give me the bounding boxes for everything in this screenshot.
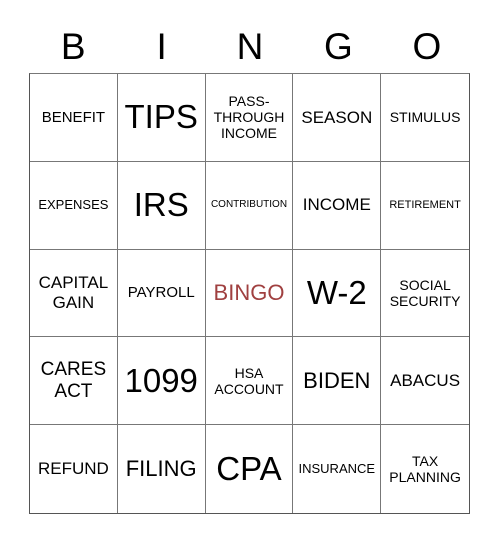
bingo-cell[interactable]: INSURANCE — [293, 425, 382, 513]
bingo-cell[interactable]: ABACUS — [381, 337, 469, 426]
header-letter-i: I — [156, 26, 167, 67]
header-letter-n: N — [236, 26, 264, 67]
free-space[interactable]: BINGO — [205, 249, 294, 338]
bingo-cell[interactable]: CAPITAL GAIN — [30, 249, 118, 338]
bingo-cell[interactable]: W-2 — [293, 249, 382, 338]
bingo-cell[interactable]: HSA ACCOUNT — [205, 337, 294, 426]
bingo-cell[interactable]: CONTRIBUTION — [205, 161, 294, 250]
bingo-card: BENEFIT TIPS PASS-THROUGH INCOME SEASON … — [29, 73, 470, 514]
bingo-cell[interactable]: INCOME — [293, 161, 382, 250]
header-letter-g: G — [324, 26, 353, 67]
bingo-cell[interactable]: STIMULUS — [381, 74, 469, 162]
bingo-cell[interactable]: BIDEN — [293, 337, 382, 426]
bingo-cell[interactable]: BENEFIT — [30, 74, 118, 162]
header-letter-o: O — [412, 26, 442, 67]
bingo-cell[interactable]: TIPS — [117, 74, 206, 162]
bingo-cell[interactable]: PASS-THROUGH INCOME — [205, 74, 294, 162]
bingo-cell[interactable]: SOCIAL SECURITY — [381, 250, 469, 338]
bingo-cell[interactable]: RETIREMENT — [381, 162, 469, 250]
bingo-cell[interactable]: PAYROLL — [117, 249, 206, 338]
bingo-cell[interactable]: CPA — [206, 425, 294, 513]
bingo-cell[interactable]: SEASON — [293, 74, 382, 162]
bingo-cell[interactable]: IRS — [117, 161, 206, 250]
bingo-header: B I N G O — [29, 22, 471, 72]
bingo-cell[interactable]: CARES ACT — [30, 337, 118, 426]
bingo-cell[interactable]: TAX PLANNING — [381, 425, 469, 513]
bingo-cell[interactable]: REFUND — [30, 425, 118, 513]
bingo-cell[interactable]: 1099 — [117, 337, 206, 426]
header-letter-b: B — [60, 26, 86, 67]
bingo-cell[interactable]: EXPENSES — [30, 161, 118, 250]
bingo-cell[interactable]: FILING — [118, 425, 206, 513]
